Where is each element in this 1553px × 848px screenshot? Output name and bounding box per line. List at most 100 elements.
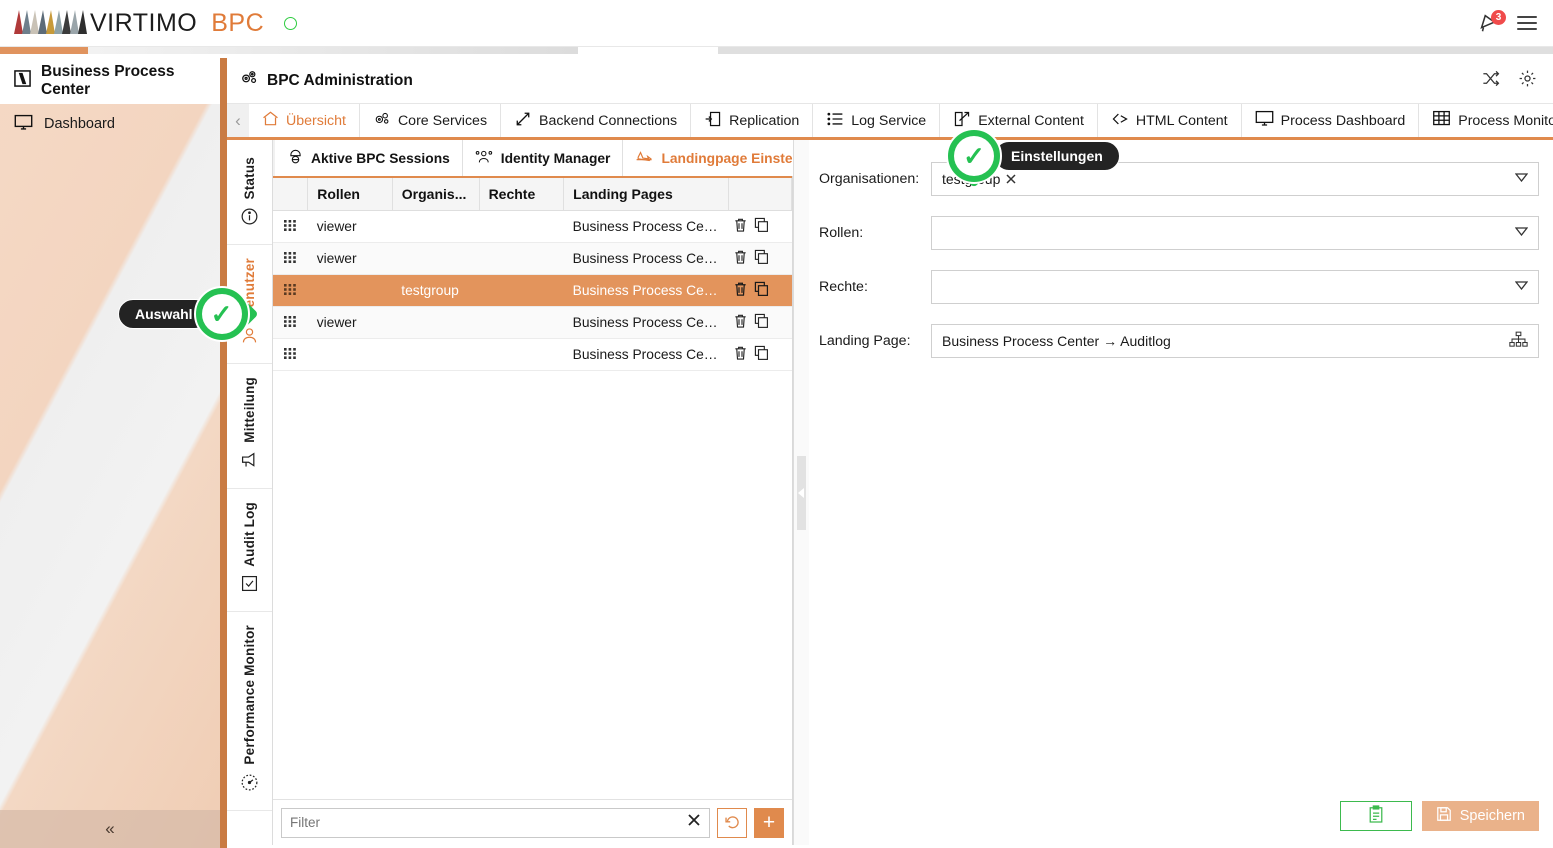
tab-label: Log Service [851, 113, 926, 129]
sidebar-item-label: Dashboard [44, 116, 115, 132]
tab-label: Process Dashboard [1281, 113, 1406, 129]
gear-icon[interactable] [1518, 69, 1537, 93]
clear-x-icon[interactable] [681, 813, 701, 832]
vrail-item-performance-monitor[interactable]: Performance Monitor [227, 612, 272, 811]
cell-rollen: viewer [308, 243, 393, 275]
table-row[interactable]: testgroup Business Process Cen... [273, 275, 792, 307]
copy-icon[interactable] [754, 217, 769, 236]
filter-input-wrap[interactable] [281, 808, 710, 838]
chevron-down-icon[interactable] [1515, 227, 1528, 239]
delete-icon[interactable] [733, 217, 748, 236]
drag-handle-icon[interactable] [273, 307, 308, 339]
vrail-item-mitteilung[interactable]: Mitteilung [227, 364, 272, 489]
cell-actions [729, 307, 792, 339]
col-header-rollen[interactable]: Rollen [308, 178, 393, 211]
collapse-left-icon[interactable] [797, 456, 806, 530]
cell-rechte [479, 243, 564, 275]
col-header-drag [273, 178, 308, 211]
filter-input[interactable] [290, 815, 681, 830]
brand-name: VIRTIMO [90, 9, 197, 38]
callout-einstellungen: ✓ Einstellungen [946, 128, 1120, 200]
landing-page-field[interactable]: Business Process Center → Auditlog [931, 324, 1539, 358]
copy-icon[interactable] [754, 345, 769, 364]
form-row-organisationen: Organisationen: testgroup [819, 162, 1539, 196]
reset-icon[interactable] [717, 808, 747, 838]
clipboard-button[interactable] [1340, 801, 1412, 831]
form-row-rechte: Rechte: [819, 270, 1539, 304]
col-header-landing-pages[interactable]: Landing Pages [564, 178, 729, 211]
add-plus-icon[interactable]: + [754, 808, 784, 838]
table-row[interactable]: viewer Business Process Cen... [273, 211, 792, 243]
body-area: Status Benutzer Mitteilung [227, 140, 1553, 845]
save-floppy-icon [1436, 806, 1452, 826]
check-icon: ✓ [963, 143, 985, 169]
rollen-multiselect[interactable] [931, 216, 1539, 250]
drag-handle-icon[interactable] [273, 243, 308, 275]
save-button[interactable]: Speichern [1422, 801, 1539, 831]
cell-rechte [479, 211, 564, 243]
rechte-multiselect[interactable] [931, 270, 1539, 304]
cell-rollen: viewer [308, 211, 393, 243]
notification-badge: 3 [1491, 10, 1506, 25]
sidebar-item-dashboard[interactable]: Dashboard [0, 104, 220, 144]
drag-handle-icon[interactable] [273, 339, 308, 371]
tab-process-monitor[interactable]: Process Monitor [1419, 104, 1553, 137]
drag-handle-icon[interactable] [273, 211, 308, 243]
vrail-label: Audit Log [242, 502, 257, 567]
monitor-icon [1255, 109, 1274, 132]
delete-icon[interactable] [733, 281, 748, 300]
gears-icon [239, 68, 259, 93]
subtab-aktive-bpc-sessions[interactable]: Aktive BPC Sessions [275, 140, 463, 176]
form-label: Organisationen: [819, 171, 931, 187]
cell-organisation [392, 243, 479, 275]
callout-auswahl: Auswahl ✓ [118, 286, 250, 342]
cell-rollen [308, 339, 393, 371]
table-row[interactable]: viewer Business Process Cen... [273, 307, 792, 339]
cell-actions [729, 275, 792, 307]
table-row[interactable]: Business Process Cen... [273, 339, 792, 371]
copy-icon[interactable] [754, 249, 769, 268]
tab-backend-connections[interactable]: Backend Connections [501, 104, 691, 137]
table-scroll-area: Rollen Organis... Rechte Landing Pages [273, 178, 792, 799]
hamburger-menu-icon[interactable] [1517, 16, 1537, 31]
users-icon [475, 148, 494, 168]
cell-organisation: testgroup [392, 275, 479, 307]
form-label: Landing Page: [819, 333, 931, 349]
subtab-identity-manager[interactable]: Identity Manager [463, 140, 624, 176]
tab-replication[interactable]: Replication [691, 104, 813, 137]
tab-uebersicht[interactable]: Übersicht [249, 104, 360, 137]
copy-icon[interactable] [754, 313, 769, 332]
delete-icon[interactable] [733, 345, 748, 364]
bell-icon[interactable]: 3 [1477, 12, 1499, 34]
drag-handle-icon[interactable] [273, 275, 308, 307]
brand-logo[interactable]: VIRTIMO BPC [14, 9, 264, 38]
chevron-down-icon[interactable] [1515, 281, 1528, 293]
arrows-diagonal-icon [514, 110, 532, 132]
panel-splitter[interactable] [793, 140, 809, 845]
delete-icon[interactable] [733, 249, 748, 268]
vrail-item-audit-log[interactable]: Audit Log [227, 489, 272, 613]
copy-icon[interactable] [754, 281, 769, 300]
table-row[interactable]: viewer Business Process Cen... [273, 243, 792, 275]
chevron-down-icon[interactable] [1515, 173, 1528, 185]
table-header-row: Rollen Organis... Rechte Landing Pages [273, 178, 792, 211]
tab-scroll-left[interactable]: ‹ [227, 104, 249, 137]
vrail-item-status[interactable]: Status [227, 144, 272, 245]
tab-log-service[interactable]: Log Service [813, 104, 940, 137]
right-panel: Organisationen: testgroup [809, 140, 1553, 845]
sidebar-collapse-button[interactable]: « [0, 810, 220, 848]
sitemap-icon[interactable] [1509, 331, 1528, 351]
online-status-dot [284, 17, 297, 30]
cell-rechte [479, 275, 564, 307]
cell-rollen: viewer [308, 307, 393, 339]
shuffle-icon[interactable] [1481, 69, 1500, 93]
tab-process-dashboard[interactable]: Process Dashboard [1242, 104, 1420, 137]
col-header-organisationen[interactable]: Organis... [392, 178, 479, 211]
col-header-rechte[interactable]: Rechte [479, 178, 564, 211]
cell-actions [729, 211, 792, 243]
cell-landing: Business Process Cen... [564, 211, 729, 243]
landing-plane-icon [635, 148, 654, 168]
tab-core-services[interactable]: Core Services [360, 104, 501, 137]
green-check-pin-down: ✓ [946, 128, 1002, 200]
delete-icon[interactable] [733, 313, 748, 332]
